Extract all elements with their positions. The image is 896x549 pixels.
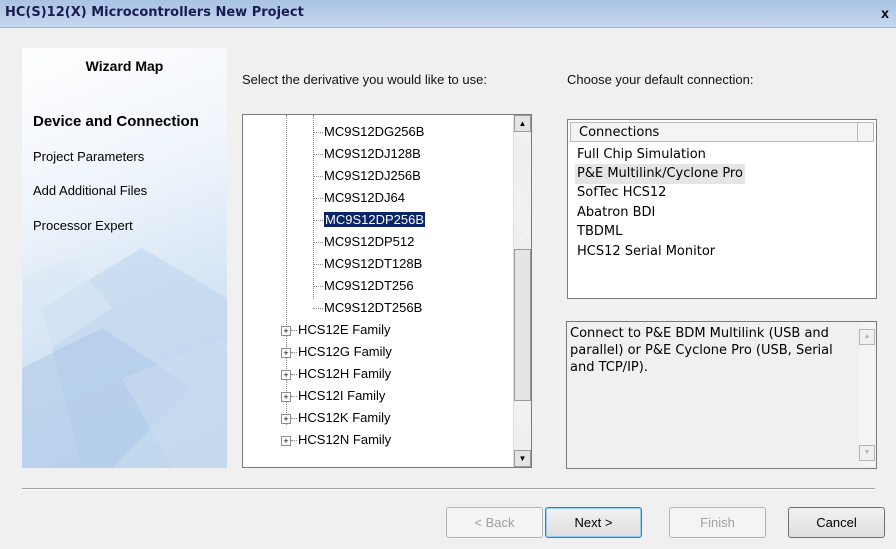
expand-icon[interactable]: + [281,414,291,424]
step-processor-expert: Processor Expert [33,218,133,233]
expand-icon[interactable]: + [281,436,291,446]
tree-item-derivative[interactable]: MC9S12DG256B [313,122,424,142]
connection-description-box: Connect to P&E BDM Multilink (USB and pa… [566,321,877,469]
connection-item[interactable]: TBDML [575,222,624,242]
connection-item[interactable]: Full Chip Simulation [575,145,708,165]
description-scrollbar: ▲ ▼ [859,323,875,467]
wizard-map-background-graphic [22,248,227,468]
connection-item-selected[interactable]: P&E Multilink/Cyclone Pro [575,164,745,184]
tree-item-derivative[interactable]: MC9S12DJ128B [313,144,421,164]
connections-header-filler [858,122,874,142]
scroll-up-arrow-icon[interactable]: ▲ [514,115,531,132]
expand-icon[interactable]: + [281,370,291,380]
next-button[interactable]: Next > [545,507,642,538]
scroll-down-arrow-icon[interactable]: ▼ [514,450,531,467]
derivative-prompt: Select the derivative you would like to … [242,72,487,87]
connection-item[interactable]: SofTec HCS12 [575,183,668,203]
step-project-parameters: Project Parameters [33,149,145,164]
expand-icon[interactable]: + [281,392,291,402]
connection-prompt: Choose your default connection: [567,72,754,87]
tree-item-family[interactable]: HCS12E Family [291,320,390,340]
connections-column-header[interactable]: Connections [570,122,858,142]
tree-item-derivative[interactable]: MC9S12DJ64 [313,188,405,208]
connection-description: Connect to P&E BDM Multilink (USB and pa… [570,326,833,375]
connection-item[interactable]: Abatron BDI [575,203,657,223]
tree-item-family[interactable]: HCS12N Family [291,430,391,450]
tree-item-family[interactable]: HCS12K Family [291,408,390,428]
step-device-and-connection: Device and Connection [33,113,199,130]
expand-icon[interactable]: + [281,348,291,358]
cancel-button[interactable]: Cancel [788,507,885,538]
separator [22,488,875,490]
tree-item-derivative[interactable]: MC9S12DJ256B [313,166,421,186]
tree-item-family[interactable]: HCS12G Family [291,342,392,362]
title-bar: HC(S)12(X) Microcontrollers New Project … [0,0,896,28]
back-button[interactable]: < Back [446,507,543,538]
window-title: HC(S)12(X) Microcontrollers New Project [5,5,304,20]
tree-item-derivative[interactable]: MC9S12DT256B [313,298,422,318]
connections-list[interactable]: Connections Full Chip Simulation P&E Mul… [567,119,877,299]
tree-item-derivative[interactable]: MC9S12DT256 [313,276,414,296]
step-add-additional-files: Add Additional Files [33,183,148,198]
tree-item-derivative[interactable]: MC9S12DT128B [313,254,422,274]
tree-item-family[interactable]: HCS12H Family [291,364,391,384]
tree-item-derivative-selected[interactable]: MC9S12DP256B [313,210,426,230]
tree-item-derivative[interactable]: MC9S12DP512 [313,232,414,252]
derivative-tree[interactable]: MC9S12DG256B MC9S12DJ128B MC9S12DJ256B M… [242,114,532,468]
scroll-up-arrow-icon: ▲ [859,329,875,345]
close-button[interactable]: x [878,5,892,21]
scroll-thumb[interactable] [514,249,531,401]
connection-item[interactable]: HCS12 Serial Monitor [575,242,717,262]
finish-button[interactable]: Finish [669,507,766,538]
tree-item-family[interactable]: HCS12I Family [291,386,385,406]
wizard-map-panel: Wizard Map Device and Connection Project… [22,48,227,468]
scroll-down-arrow-icon: ▼ [859,445,875,461]
expand-icon[interactable]: + [281,326,291,336]
tree-scrollbar[interactable]: ▲ ▼ [513,115,531,467]
wizard-map-title: Wizard Map [85,58,164,74]
